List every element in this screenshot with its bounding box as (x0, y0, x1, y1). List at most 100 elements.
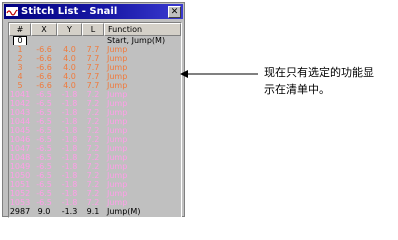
cell-function: Jump (107, 189, 128, 198)
table-row[interactable]: 2 -6.6 4.0 7.7 Jump (9, 54, 181, 63)
cell-length: 7.7 (86, 45, 100, 54)
cell-function: Jump (107, 108, 128, 117)
title-bar[interactable]: Stitch List - Snail ✕ (4, 4, 183, 19)
cell-y: -1.8 (61, 135, 78, 144)
table-row[interactable]: 1050 -6.5 -1.8 7.2 Jump (9, 171, 181, 180)
table-row[interactable]: 1042 -6.5 -1.8 7.2 Jump (9, 99, 181, 108)
cell-function: Jump (107, 171, 128, 180)
cell-function: Jump (107, 117, 128, 126)
cell-x: -6.6 (36, 81, 52, 90)
table-row[interactable]: 1045 -6.5 -1.8 7.2 Jump (9, 126, 181, 135)
window-title: Stitch List - Snail (21, 6, 118, 17)
cell-x: -6.6 (36, 45, 52, 54)
cell-length: 7.2 (86, 162, 100, 171)
cell-y: -1.8 (61, 126, 78, 135)
table-row[interactable]: 2987 9.0 -1.3 9.1 Jump(M) (9, 207, 181, 216)
cell-x: -6.5 (36, 162, 52, 171)
table-row[interactable]: 0 Start, Jump(M) (9, 36, 181, 45)
cell-x: -6.5 (36, 198, 52, 207)
cell-number: 1 (17, 45, 23, 54)
table-row[interactable]: 1047 -6.5 -1.8 7.2 Jump (9, 144, 181, 153)
cell-y: -1.8 (61, 189, 78, 198)
cell-number: 3 (17, 63, 23, 72)
cell-number: 1045 (9, 126, 31, 135)
table-row[interactable]: 3 -6.6 4.0 7.7 Jump (9, 63, 181, 72)
pointer-arrow (180, 70, 258, 78)
cell-x: -6.6 (36, 63, 52, 72)
table-row[interactable]: 1046 -6.5 -1.8 7.2 Jump (9, 135, 181, 144)
stitch-table: # X Y L Function 0 Start, Jump(M) 1 -6.6 4.0… (8, 22, 182, 218)
cell-function: Jump (107, 45, 128, 54)
start-index-box: 0 (13, 36, 27, 45)
cell-number: 5 (17, 81, 23, 90)
table-row[interactable]: 5 -6.6 4.0 7.7 Jump (9, 81, 181, 90)
cell-x: -6.6 (36, 54, 52, 63)
cell-number: 1048 (9, 153, 31, 162)
cell-x: -6.5 (36, 144, 52, 153)
column-header-length[interactable]: L (82, 23, 104, 36)
table-row[interactable]: 1052 -6.5 -1.8 7.2 Jump (9, 189, 181, 198)
cell-number: 1051 (9, 180, 31, 189)
cell-length: 7.2 (86, 180, 100, 189)
cell-x: -6.5 (36, 135, 52, 144)
cell-length: 7.2 (86, 198, 100, 207)
stitch-list-window: Stitch List - Snail ✕ # X Y L Function 0… (2, 2, 185, 218)
cell-y: 4.0 (63, 72, 76, 81)
cell-x: -6.5 (36, 153, 52, 162)
cell-number: 1046 (9, 135, 31, 144)
cell-x: -6.5 (36, 117, 52, 126)
cell-length: 7.2 (86, 90, 100, 99)
column-header-number[interactable]: # (9, 23, 31, 36)
cell-function: Jump (107, 144, 128, 153)
cell-number: 1050 (9, 171, 31, 180)
cell-y: -1.8 (61, 162, 78, 171)
table-row[interactable]: 1 -6.6 4.0 7.7 Jump (9, 45, 181, 54)
cell-y: -1.3 (61, 207, 78, 216)
cell-number: 1043 (9, 108, 31, 117)
column-header-x[interactable]: X (31, 23, 57, 36)
cell-y: 4.0 (63, 81, 76, 90)
cell-y: -1.8 (61, 99, 78, 108)
cell-length: 7.2 (86, 171, 100, 180)
cell-y: -1.8 (61, 180, 78, 189)
cell-number: 1052 (9, 189, 31, 198)
cell-number: 4 (17, 72, 23, 81)
table-row[interactable]: 1053 -6.5 -1.8 7.2 Jump (9, 198, 181, 207)
app-icon (6, 7, 18, 16)
cell-function: Start, Jump(M) (107, 36, 166, 45)
column-header-function[interactable]: Function (104, 23, 181, 36)
cell-length: 7.2 (86, 126, 100, 135)
table-row[interactable]: 1044 -6.5 -1.8 7.2 Jump (9, 117, 181, 126)
cell-y: 4.0 (63, 54, 76, 63)
cell-y: -1.8 (61, 198, 78, 207)
cell-function: Jump (107, 153, 128, 162)
cell-length: 7.2 (86, 99, 100, 108)
table-row[interactable]: 1051 -6.5 -1.8 7.2 Jump (9, 180, 181, 189)
table-row[interactable]: 1048 -6.5 -1.8 7.2 Jump (9, 153, 181, 162)
cell-x: 9.0 (37, 207, 51, 216)
cell-function: Jump (107, 90, 128, 99)
cell-x: -6.5 (36, 99, 52, 108)
annotation-text: 现在只有选定的功能显 示在清单中。 (264, 64, 394, 98)
cell-length: 7.7 (86, 81, 100, 90)
cell-x (31, 36, 57, 45)
close-button[interactable]: ✕ (168, 6, 181, 18)
cell-function: Jump (107, 180, 128, 189)
cell-function: Jump (107, 54, 128, 63)
table-row[interactable]: 1041 -6.5 -1.8 7.2 Jump (9, 90, 181, 99)
table-row[interactable]: 1049 -6.5 -1.8 7.2 Jump (9, 162, 181, 171)
cell-number: 0 (9, 36, 31, 45)
table-row[interactable]: 1043 -6.5 -1.8 7.2 Jump (9, 108, 181, 117)
cell-x: -6.6 (36, 72, 52, 81)
cell-length (82, 36, 104, 45)
column-header-y[interactable]: Y (57, 23, 82, 36)
table-row[interactable]: 4 -6.6 4.0 7.7 Jump (9, 72, 181, 81)
cell-function: Jump (107, 99, 128, 108)
cell-function: Jump (107, 63, 128, 72)
cell-length: 7.7 (86, 72, 100, 81)
cell-number: 1049 (9, 162, 31, 171)
cell-number: 1041 (9, 90, 31, 99)
cell-number: 1047 (9, 144, 31, 153)
cell-y (57, 36, 82, 45)
cell-length: 7.7 (86, 63, 100, 72)
